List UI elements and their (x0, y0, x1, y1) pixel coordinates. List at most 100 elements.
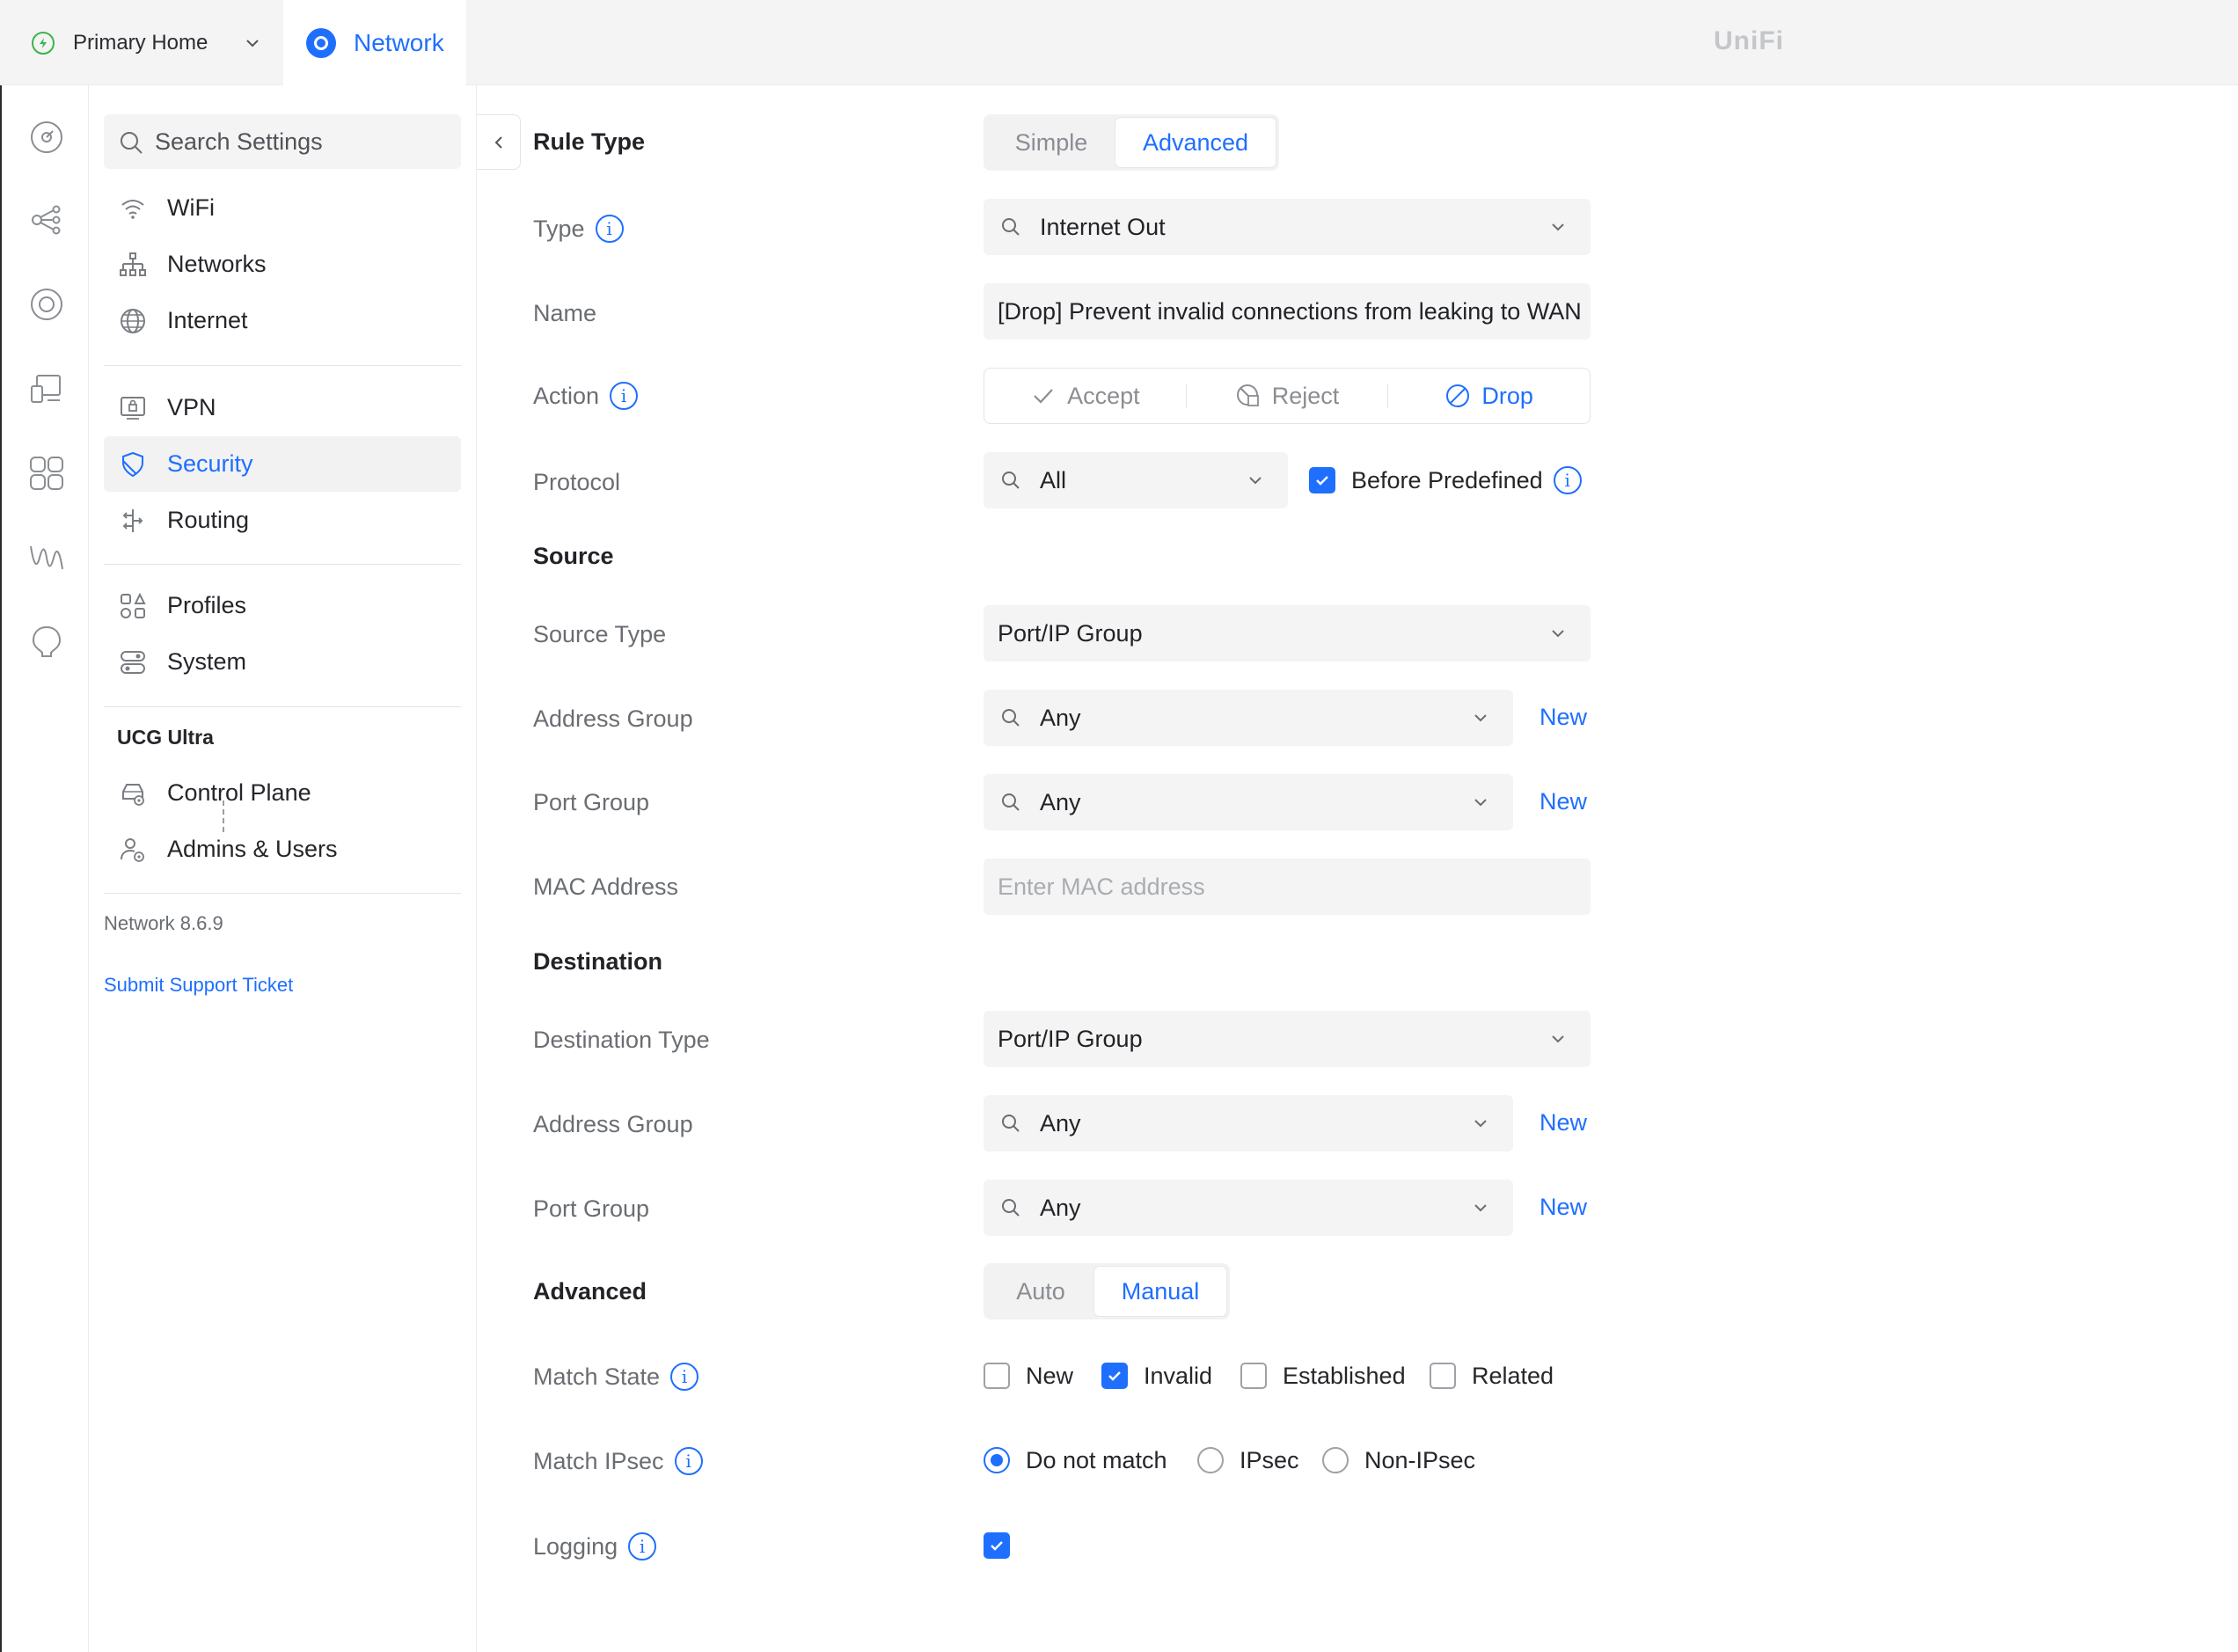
clients-icon[interactable] (28, 370, 65, 407)
match-state-established[interactable]: Established (1240, 1358, 1406, 1393)
search-settings[interactable] (104, 114, 461, 169)
radio-selected[interactable] (984, 1447, 1010, 1473)
match-ipsec-do-not-match[interactable]: Do not match (984, 1443, 1167, 1478)
nav-item-admins-users[interactable]: Admins & Users (104, 822, 461, 877)
name-input[interactable] (984, 297, 1591, 325)
match-ipsec-ipsec[interactable]: IPsec (1197, 1443, 1299, 1478)
before-predefined-checkbox[interactable]: Before Predefined i (1309, 463, 1582, 498)
search-input[interactable] (155, 128, 436, 156)
checkmark-icon (1316, 476, 1328, 486)
type-label: Type i (533, 211, 624, 246)
nav-item-networks[interactable]: Networks (104, 237, 461, 292)
destination-address-group-select[interactable]: Any (984, 1095, 1513, 1151)
alerts-icon[interactable] (28, 624, 65, 661)
chevron-down-icon (1474, 714, 1487, 722)
chevron-down-icon (1474, 1204, 1487, 1212)
top-bar: Primary Home Network UniFi (0, 0, 2238, 85)
checkbox-checked[interactable] (1101, 1363, 1128, 1389)
mac-address-input[interactable] (984, 873, 1591, 901)
nav-item-system[interactable]: System (104, 634, 461, 690)
checkmark-icon (1034, 389, 1053, 404)
nav-item-internet[interactable]: Internet (104, 293, 461, 348)
source-address-new-link[interactable]: New (1540, 699, 1587, 735)
block-icon (1446, 384, 1470, 407)
destination-type-select[interactable]: Port/IP Group (984, 1011, 1591, 1067)
checkbox-unchecked[interactable] (984, 1363, 1010, 1389)
control-plane-icon (122, 784, 144, 806)
nav-item-label: Control Plane (167, 779, 311, 806)
nav-item-label: WiFi (167, 194, 215, 221)
checkbox-checked[interactable] (1309, 467, 1335, 493)
protocol-value: All (1040, 466, 1067, 493)
match-state-invalid[interactable]: Invalid (1101, 1358, 1212, 1393)
source-port-new-link[interactable]: New (1540, 784, 1587, 819)
match-state-option-label: New (1026, 1362, 1074, 1389)
insights-icon[interactable] (28, 539, 65, 576)
nav-item-profiles[interactable]: Profiles (104, 578, 461, 633)
nav-item-label: Networks (167, 251, 267, 277)
source-port-group-value: Any (1040, 788, 1081, 815)
name-field[interactable] (984, 283, 1591, 340)
app-icon-rail (0, 85, 89, 1652)
radio-unselected[interactable] (1197, 1447, 1224, 1473)
info-icon[interactable]: i (610, 382, 639, 410)
nav-item-control-plane[interactable]: Control Plane (104, 765, 461, 821)
match-state-new[interactable]: New (984, 1358, 1073, 1393)
action-reject-option[interactable]: Reject (1187, 369, 1388, 423)
source-type-select[interactable]: Port/IP Group (984, 605, 1591, 662)
rule-type-simple[interactable]: Simple (987, 118, 1115, 167)
advanced-manual[interactable]: Manual (1094, 1267, 1226, 1316)
info-icon[interactable]: i (628, 1532, 657, 1561)
match-state-label-text: Match State (533, 1363, 661, 1390)
apps-icon[interactable] (28, 455, 65, 492)
destination-address-new-link[interactable]: New (1540, 1105, 1587, 1140)
logging-checkbox[interactable] (984, 1528, 1026, 1563)
support-ticket-link[interactable]: Submit Support Ticket (104, 974, 293, 997)
site-selector[interactable]: Primary Home (0, 0, 283, 85)
action-accept-option[interactable]: Accept (984, 369, 1186, 423)
nav-item-wifi[interactable]: WiFi (104, 180, 461, 236)
nav-item-label: Routing (167, 507, 250, 533)
type-select[interactable]: Internet Out (984, 199, 1591, 255)
action-label-text: Action (533, 382, 600, 409)
network-app-tab[interactable]: Network (283, 0, 466, 85)
info-icon[interactable]: i (1553, 466, 1582, 494)
mac-address-field[interactable] (984, 859, 1591, 915)
networks-icon (120, 252, 146, 276)
mac-address-label: MAC Address (533, 873, 679, 900)
destination-port-new-link[interactable]: New (1540, 1189, 1587, 1224)
radio-unselected[interactable] (1322, 1447, 1349, 1473)
source-type-value: Port/IP Group (998, 619, 1143, 647)
collapse-nav-button[interactable] (477, 114, 521, 170)
source-port-group-select[interactable]: Any (984, 774, 1513, 830)
info-icon[interactable]: i (595, 215, 624, 243)
match-state-related[interactable]: Related (1430, 1358, 1554, 1393)
destination-port-group-label: Port Group (533, 1195, 650, 1222)
info-icon[interactable]: i (674, 1447, 703, 1475)
nav-item-security[interactable]: Security (104, 436, 461, 492)
match-ipsec-non-ipsec[interactable]: Non-IPsec (1322, 1443, 1475, 1478)
nav-item-vpn[interactable]: VPN (104, 380, 461, 435)
checkbox-unchecked[interactable] (1240, 1363, 1267, 1389)
source-address-group-select[interactable]: Any (984, 690, 1513, 746)
nav-item-label: Security (167, 450, 253, 477)
action-option-label: Accept (1067, 382, 1140, 409)
nav-item-routing[interactable]: Routing (104, 493, 461, 548)
chevron-down-icon (1552, 223, 1564, 231)
info-icon[interactable]: i (670, 1363, 699, 1391)
devices-icon[interactable] (28, 286, 65, 323)
routing-icon (122, 509, 143, 532)
nav-item-label: Profiles (167, 592, 247, 618)
rule-type-toggle: Simple Advanced (984, 114, 1279, 171)
advanced-auto[interactable]: Auto (987, 1267, 1094, 1316)
checkbox-unchecked[interactable] (1430, 1363, 1456, 1389)
action-drop-option[interactable]: Drop (1388, 369, 1590, 423)
destination-type-label: Destination Type (533, 1026, 710, 1053)
dashboard-icon[interactable] (28, 119, 65, 156)
topology-icon[interactable] (28, 201, 65, 238)
rule-type-advanced[interactable]: Advanced (1115, 118, 1276, 167)
destination-port-group-select[interactable]: Any (984, 1180, 1513, 1236)
checkbox-checked[interactable] (984, 1532, 1010, 1559)
match-state-label: Match State i (533, 1359, 699, 1394)
protocol-select[interactable]: All (984, 452, 1288, 508)
